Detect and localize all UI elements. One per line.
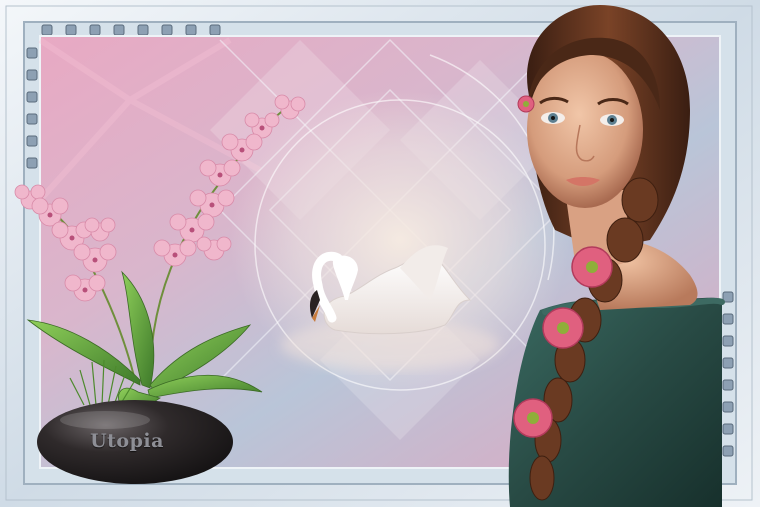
vase-highlight: [60, 411, 150, 429]
artwork-scene: Utopia: [0, 0, 760, 507]
vase-label: Utopia: [90, 430, 164, 452]
